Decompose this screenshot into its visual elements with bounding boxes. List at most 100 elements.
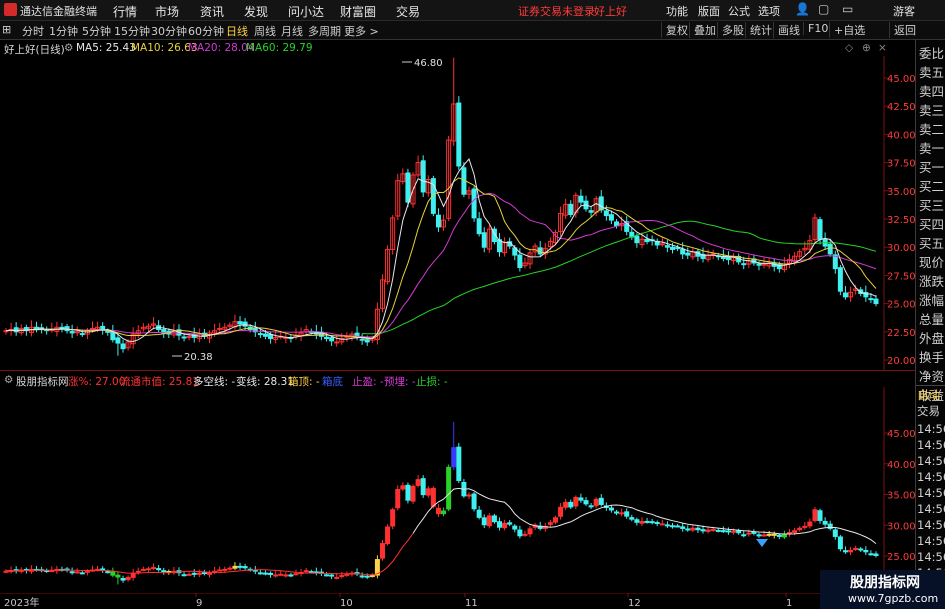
pane-divider[interactable] xyxy=(0,370,915,371)
indicator-bar xyxy=(522,530,528,537)
indicator-bar xyxy=(669,522,675,529)
candle xyxy=(283,333,289,344)
ind-y-tick-label: 35.00 xyxy=(887,491,915,502)
period-5min[interactable]: 5分钟 xyxy=(82,23,111,39)
candle xyxy=(502,237,508,257)
tool-duogu[interactable]: 多股 xyxy=(717,22,744,38)
expand-diamond-icon[interactable]: ◇ xyxy=(845,42,853,54)
guest-label[interactable]: 游客 xyxy=(893,3,915,19)
indicator-chart[interactable]: 45.00 40.00 35.00 30.00 25.00 xyxy=(0,387,915,593)
indicator-bar xyxy=(283,572,289,578)
indicator-bar xyxy=(512,524,518,533)
candle xyxy=(563,198,569,220)
toolbar-grid-icon[interactable]: ⊞ xyxy=(2,23,11,36)
menu-xuanxiang[interactable]: 选项 xyxy=(758,3,780,19)
menu-caifuquan[interactable]: 财富圈 xyxy=(340,3,376,20)
panel-sell3: 卖三 xyxy=(919,103,945,118)
indicator-bar xyxy=(379,540,385,561)
candle xyxy=(690,247,696,260)
indicator-bar xyxy=(268,571,274,578)
indicator-bar xyxy=(39,566,45,573)
candle xyxy=(435,208,441,232)
candle xyxy=(446,135,452,222)
candle xyxy=(288,334,294,343)
panel-tick: 14:56 xyxy=(917,454,945,468)
period-1min[interactable]: 1分钟 xyxy=(49,23,78,39)
indicator-bar xyxy=(853,545,859,552)
tool-add-favorite[interactable]: +自选 xyxy=(829,22,865,38)
tool-fuquan[interactable]: 复权 xyxy=(661,22,688,38)
ma10-line xyxy=(5,177,877,340)
period-30min[interactable]: 30分钟 xyxy=(151,23,187,39)
indicator-bar xyxy=(28,565,34,574)
menu-faxian[interactable]: 发现 xyxy=(244,3,268,20)
period-daily[interactable]: 日线 xyxy=(226,23,248,39)
panel-trade[interactable]: 交易 xyxy=(917,403,940,419)
period-weekly[interactable]: 周线 xyxy=(254,23,276,39)
restore-icon[interactable]: ▭ xyxy=(842,2,853,16)
indicator-bar xyxy=(196,569,202,578)
menu-wenxiaoda[interactable]: 问小达 xyxy=(288,3,324,20)
stock-chart-name: 好上好(日线) xyxy=(4,44,65,56)
user-icon[interactable]: 👤 xyxy=(795,2,810,16)
period-multi[interactable]: 多周期 xyxy=(308,23,341,39)
tool-f10[interactable]: F10 xyxy=(803,22,828,35)
candle xyxy=(344,332,350,342)
indicator-bar xyxy=(324,572,330,577)
menu-gongshi[interactable]: 公式 xyxy=(728,3,750,19)
candle xyxy=(237,316,243,329)
menu-gongneng[interactable]: 功能 xyxy=(666,3,688,19)
indicator-bar xyxy=(115,571,121,585)
candle xyxy=(420,155,426,198)
indicator-bar xyxy=(166,569,172,575)
indicator-bar xyxy=(110,567,116,578)
indicator-bar xyxy=(817,508,823,524)
settings-gear-icon[interactable]: ⚙ xyxy=(64,42,73,54)
panel-auto[interactable]: 自动 xyxy=(917,387,940,403)
tool-back[interactable]: 返回 xyxy=(889,22,916,38)
zoom-in-icon[interactable]: ⊕ xyxy=(862,42,871,54)
indicator-bar xyxy=(456,442,462,484)
candle xyxy=(8,322,14,336)
ma60-line xyxy=(362,220,877,335)
indicator-bar xyxy=(232,562,238,571)
menu-zixun[interactable]: 资讯 xyxy=(200,3,224,20)
indicator-bar xyxy=(619,508,625,517)
minimize-icon[interactable]: ▢ xyxy=(818,2,829,16)
indicator-bar xyxy=(787,529,793,537)
candle xyxy=(629,228,635,240)
ind-y-tick-label: 40.00 xyxy=(887,460,915,471)
tool-huaxian[interactable]: 画线 xyxy=(773,22,800,38)
period-fenshi[interactable]: 分时 xyxy=(22,23,44,39)
main-candlestick-chart[interactable]: 45.00 42.50 40.00 37.50 35.00 32.50 30.00 27.50… xyxy=(0,56,915,370)
login-notice[interactable]: 证券交易未登录 xyxy=(518,3,595,19)
indicator-gear-icon[interactable]: ⚙ xyxy=(4,374,13,386)
period-60min[interactable]: 60分钟 xyxy=(188,23,224,39)
panel-tick: 14:56 xyxy=(917,518,945,532)
period-monthly[interactable]: 月线 xyxy=(281,23,303,39)
period-more[interactable]: 更多 > xyxy=(344,23,379,39)
period-15min[interactable]: 15分钟 xyxy=(114,23,150,39)
indicator-bar xyxy=(59,566,65,572)
candle xyxy=(832,250,838,274)
menu-jiaoyi[interactable]: 交易 xyxy=(396,3,420,20)
pane-close-icon[interactable]: × xyxy=(878,42,887,54)
indicator-bar xyxy=(461,478,467,498)
tool-diejia[interactable]: 叠加 xyxy=(689,22,716,38)
menu-banmian[interactable]: 版面 xyxy=(698,3,720,19)
tool-tongji[interactable]: 统计 xyxy=(745,22,772,38)
panel-tick: 14:56 xyxy=(917,534,945,548)
menu-hangqing[interactable]: 行情 xyxy=(113,3,137,20)
candle xyxy=(481,227,487,253)
high-annotation: 46.80 xyxy=(402,58,443,69)
candle xyxy=(466,186,472,200)
low-price-label: 20.38 xyxy=(184,352,213,363)
indicator-bar xyxy=(608,505,614,513)
indicator-bar xyxy=(74,568,80,574)
indicator-bar xyxy=(558,503,564,520)
menu-shichang[interactable]: 市场 xyxy=(155,3,179,20)
candle xyxy=(751,254,757,266)
candle xyxy=(725,251,731,265)
indicator-bar xyxy=(664,521,670,529)
candle xyxy=(710,249,716,260)
